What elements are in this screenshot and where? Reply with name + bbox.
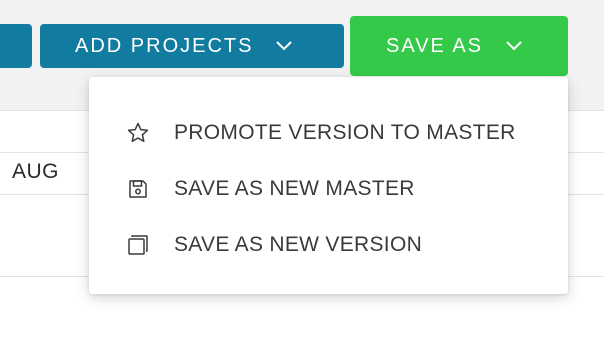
add-projects-button[interactable]: ADD PROJECTS — [40, 24, 344, 68]
floppy-disk-icon — [125, 176, 151, 202]
save-as-new-master-item[interactable]: SAVE AS NEW MASTER — [89, 167, 568, 211]
menu-item-label: PROMOTE VERSION TO MASTER — [174, 121, 516, 144]
app-screen: ADD PROJECTS SAVE AS AUG PROMOTE VERSION… — [0, 0, 604, 352]
star-icon — [125, 120, 151, 146]
column-header-aug: AUG — [12, 160, 60, 183]
menu-item-label: SAVE AS NEW VERSION — [174, 233, 423, 256]
copy-icon — [125, 232, 151, 258]
save-as-new-version-item[interactable]: SAVE AS NEW VERSION — [89, 223, 568, 267]
menu-item-label: SAVE AS NEW MASTER — [174, 177, 415, 200]
add-projects-label: ADD PROJECTS — [75, 34, 254, 57]
chevron-down-icon — [505, 40, 523, 52]
previous-toolbar-button[interactable] — [0, 24, 32, 68]
save-as-button[interactable]: SAVE AS — [350, 16, 568, 76]
promote-version-to-master-item[interactable]: PROMOTE VERSION TO MASTER — [89, 111, 568, 155]
save-as-dropdown-menu: PROMOTE VERSION TO MASTER SAVE AS NEW MA… — [89, 77, 568, 294]
save-as-label: SAVE AS — [386, 34, 484, 57]
chevron-down-icon — [275, 40, 293, 52]
